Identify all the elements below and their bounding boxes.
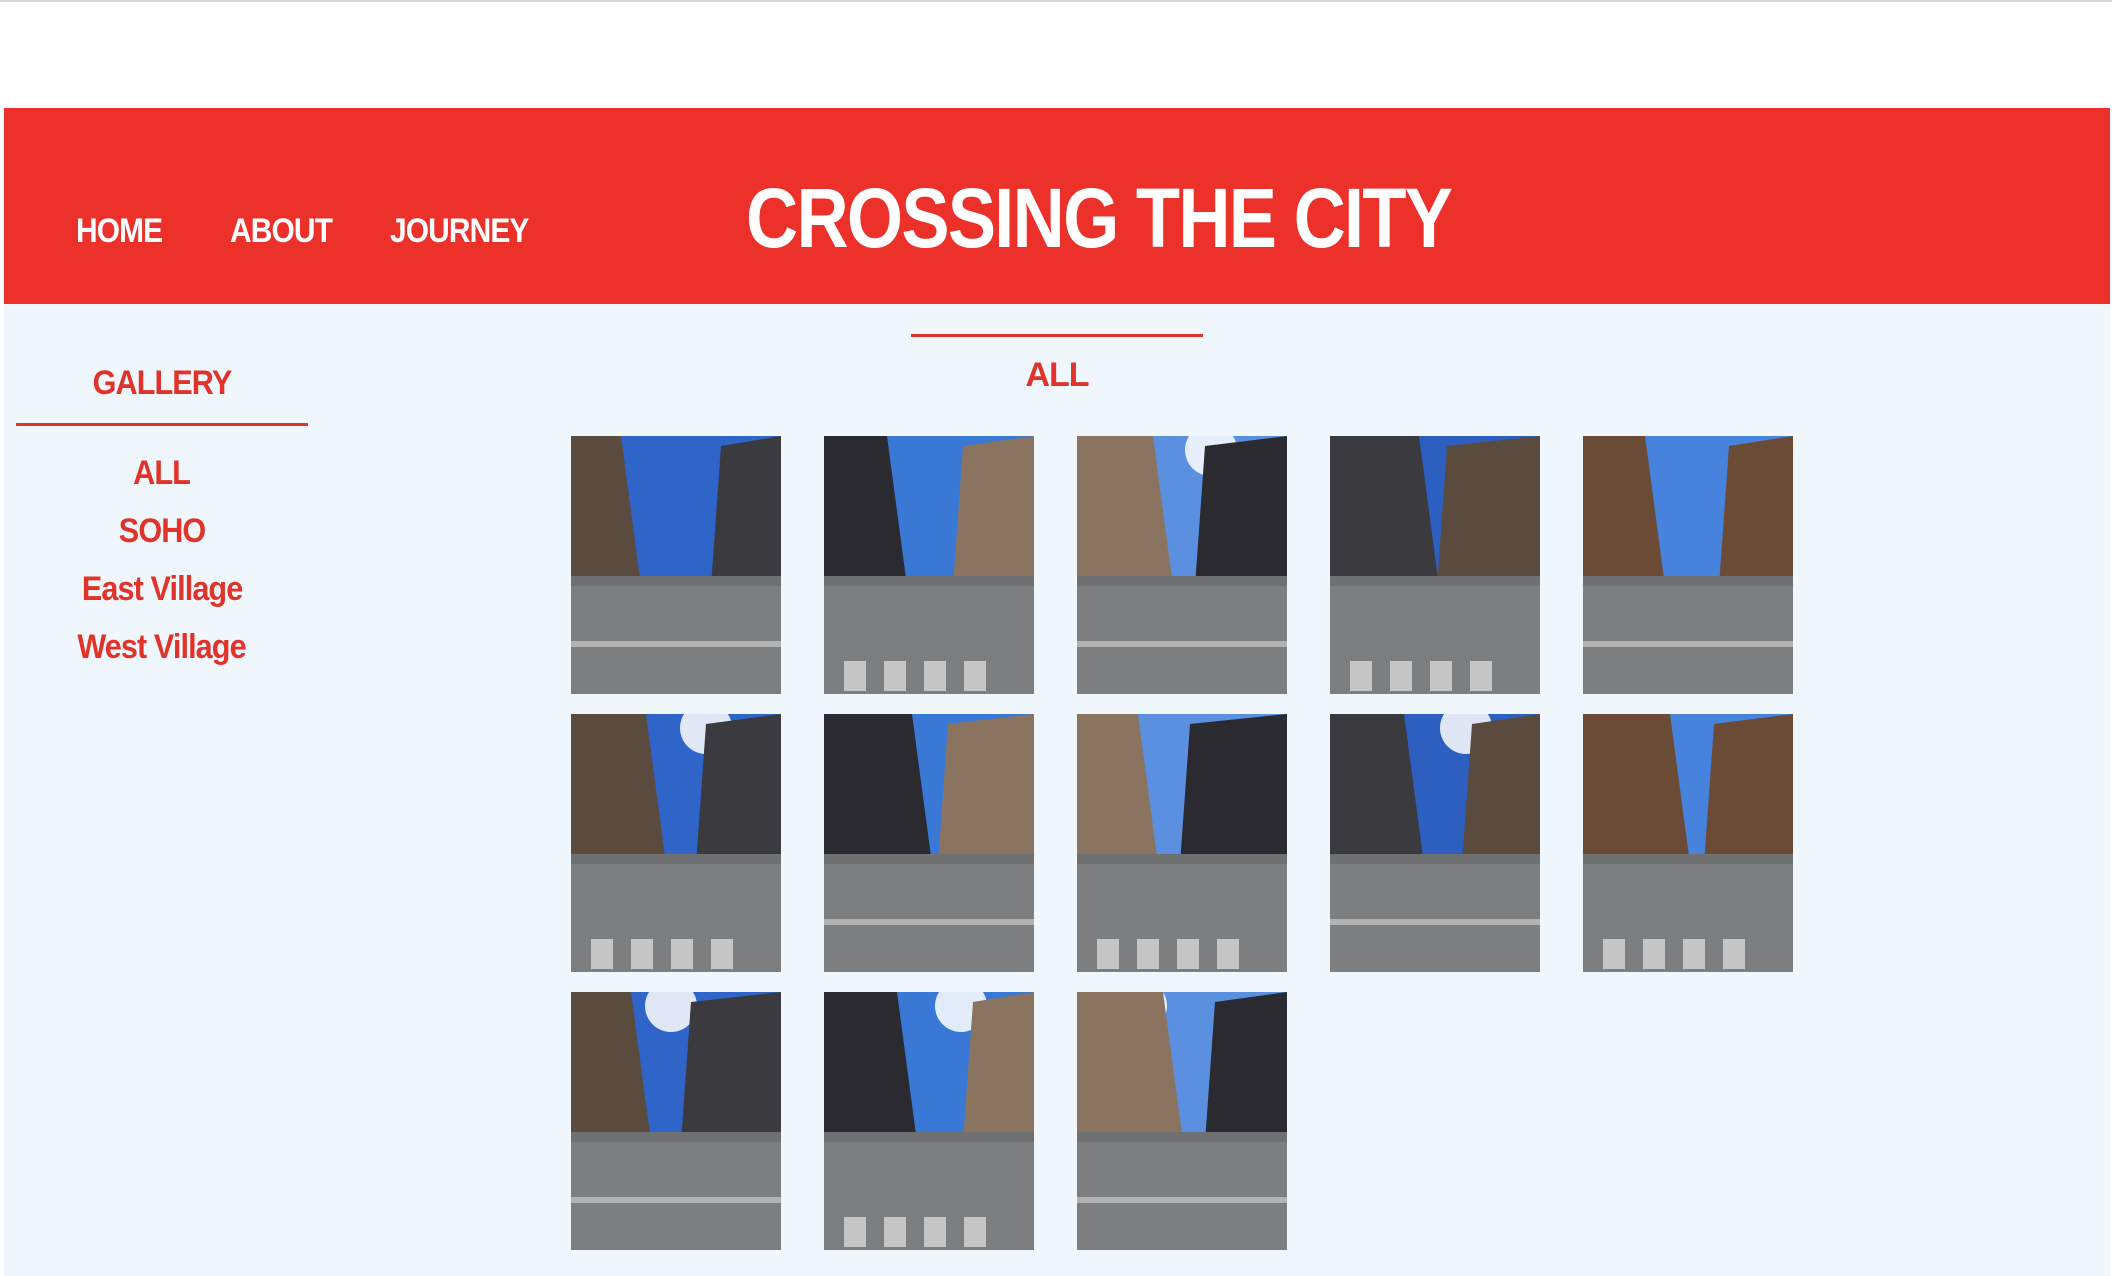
street-photo-7[interactable] <box>824 714 1034 972</box>
filter-soho-link[interactable]: SOHO <box>119 502 206 560</box>
street-photo-10[interactable] <box>1583 714 1793 972</box>
top-border <box>0 0 2112 2</box>
active-filter-divider <box>911 334 1203 337</box>
street-photo-12[interactable] <box>824 992 1034 1250</box>
site-title: CROSSING THE CITY <box>746 171 1453 265</box>
main-content: GALLERY ALL SOHO East Village West Villa… <box>4 304 2110 1276</box>
street-photo-4[interactable] <box>1330 436 1540 694</box>
gallery-filter-list: ALL SOHO East Village West Village <box>16 444 308 676</box>
nav-about-link[interactable]: ABOUT <box>230 212 333 251</box>
street-photo-6[interactable] <box>571 714 781 972</box>
street-photo-11[interactable] <box>571 992 781 1250</box>
street-photo-2[interactable] <box>824 436 1034 694</box>
street-photo-8[interactable] <box>1077 714 1287 972</box>
nav-journey-link[interactable]: JOURNEY <box>390 212 529 251</box>
street-photo-3[interactable] <box>1077 436 1287 694</box>
filter-west-village-link[interactable]: West Village <box>78 618 247 676</box>
site-header: HOME ABOUT JOURNEY CROSSING THE CITY <box>4 108 2110 304</box>
filter-item-soho: SOHO <box>16 502 308 560</box>
street-photo-1[interactable] <box>571 436 781 694</box>
filter-item-east-village: East Village <box>16 560 308 618</box>
filter-east-village-link[interactable]: East Village <box>82 560 243 618</box>
street-photo-13[interactable] <box>1077 992 1287 1250</box>
gallery-heading: GALLERY <box>92 364 233 402</box>
street-photo-9[interactable] <box>1330 714 1540 972</box>
gallery-divider <box>16 423 308 426</box>
gallery-sidebar: GALLERY ALL SOHO East Village West Villa… <box>16 364 308 676</box>
filter-item-all: ALL <box>16 444 308 502</box>
street-photo-5[interactable] <box>1583 436 1793 694</box>
filter-item-west-village: West Village <box>16 618 308 676</box>
active-filter-title: ALL <box>1025 356 1089 394</box>
nav-home-link[interactable]: HOME <box>76 212 163 251</box>
filter-all-link[interactable]: ALL <box>134 444 192 502</box>
